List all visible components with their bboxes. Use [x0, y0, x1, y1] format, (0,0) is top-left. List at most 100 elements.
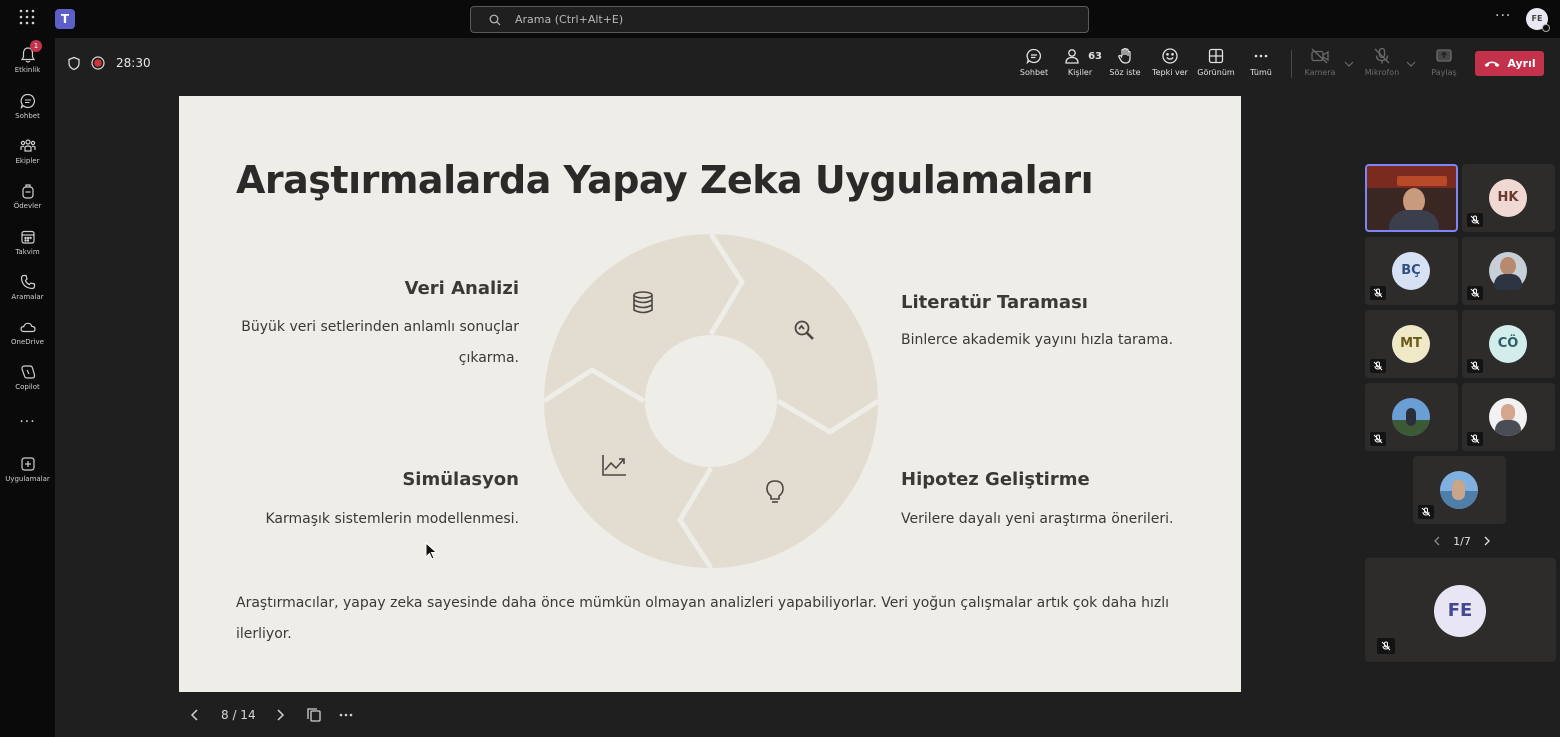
chevron-down-icon[interactable] [1406, 60, 1416, 68]
participant-tile[interactable]: MT [1365, 310, 1458, 378]
people-label: Kişiler [1067, 68, 1093, 77]
gallery-previous-icon[interactable] [1432, 535, 1442, 547]
leave-button[interactable]: Ayrıl [1475, 51, 1544, 76]
camera-button[interactable]: Kamera [1298, 47, 1342, 83]
camera-off-icon [1311, 48, 1329, 64]
mic-off-icon [1421, 507, 1431, 517]
share-label: Paylaş [1431, 68, 1457, 77]
participant-photo [1489, 398, 1527, 436]
participant-photo [1500, 257, 1516, 275]
people-button[interactable]: 63 Kişiler [1058, 47, 1102, 83]
feature-title-literature-review: Literatür Taraması [901, 292, 1088, 313]
muted-indicator [1467, 286, 1483, 300]
search-input[interactable] [515, 13, 1015, 26]
raise-hand-button[interactable]: Söz iste [1103, 47, 1147, 83]
meeting-timer: 28:30 [116, 56, 151, 70]
rail-item-label: Takvim [15, 248, 40, 256]
mic-off-icon [1381, 641, 1391, 651]
ellipsis-icon [1254, 54, 1268, 58]
participant-video [1389, 210, 1439, 230]
participant-tile[interactable]: HK [1462, 164, 1555, 232]
gallery-next-icon[interactable] [1482, 535, 1492, 547]
participant-tile[interactable] [1462, 237, 1555, 305]
more-apps-button[interactable]: ··· [0, 414, 55, 434]
rail-item-activity[interactable]: 1 Etkinlik [0, 40, 55, 86]
more-options-button[interactable]: ··· [1495, 8, 1511, 24]
search-box[interactable] [470, 6, 1089, 33]
react-label: Tepki ver [1152, 68, 1188, 77]
mic-off-icon [1470, 361, 1480, 371]
mic-off-icon [1374, 47, 1390, 64]
rail-item-onedrive[interactable]: OneDrive [0, 318, 55, 358]
camera-label: Kamera [1304, 68, 1336, 77]
rail-item-calls[interactable]: Aramalar [0, 273, 55, 313]
slide-more-icon[interactable] [338, 707, 354, 723]
muted-indicator [1467, 432, 1483, 446]
muted-indicator [1377, 638, 1395, 654]
rail-item-apps[interactable]: Uygulamalar [0, 455, 55, 495]
participant-tile[interactable] [1365, 383, 1458, 451]
feature-title-hypothesis: Hipotez Geliştirme [901, 469, 1090, 490]
rail-item-assignments[interactable]: Ödevler [0, 182, 55, 222]
mic-off-icon [1470, 434, 1480, 444]
chat-button[interactable]: Sohbet [1012, 47, 1056, 83]
rail-item-label: Ekipler [15, 157, 40, 165]
rail-item-calendar[interactable]: Takvim [0, 228, 55, 268]
rail-item-label: Etkinlik [14, 66, 41, 74]
next-slide-icon[interactable] [274, 708, 286, 722]
rail-item-label: Uygulamalar [5, 475, 50, 483]
slide-sorter-icon[interactable] [306, 707, 322, 723]
rail-item-label: Copilot [15, 383, 40, 391]
participant-tile[interactable]: BÇ [1365, 237, 1458, 305]
participant-tile-active-speaker[interactable] [1365, 164, 1458, 232]
feature-desc-data-analysis: Büyük veri setlerinden anlamlı sonuçlar … [241, 319, 519, 366]
feature-desc-hypothesis: Verilere dayalı yeni araştırma önerileri… [901, 511, 1174, 527]
participant-tile[interactable]: CÖ [1462, 310, 1555, 378]
participant-initials: MT [1392, 325, 1430, 363]
share-button[interactable]: Paylaş [1422, 47, 1466, 83]
app-rail: 1 Etkinlik Sohbet Ekipler Ödevler Takvim… [0, 38, 55, 737]
chat-label: Sohbet [1019, 68, 1049, 77]
add-apps-icon [20, 457, 35, 471]
view-button[interactable]: Görünüm [1194, 47, 1238, 83]
cycle-diagram [542, 232, 880, 570]
cycle-center [645, 335, 777, 467]
rail-item-chat[interactable]: Sohbet [0, 92, 55, 132]
feature-title-data-analysis: Veri Analizi [404, 278, 519, 299]
participant-initials: HK [1489, 179, 1527, 217]
rail-item-copilot[interactable]: Copilot [0, 363, 55, 403]
teams-icon [19, 139, 36, 152]
previous-slide-icon[interactable] [189, 708, 201, 722]
participant-tile[interactable] [1413, 456, 1506, 524]
leave-label: Ayrıl [1507, 57, 1536, 70]
chat-icon [20, 93, 35, 110]
app-launcher-icon[interactable] [16, 9, 38, 29]
rail-item-teams[interactable]: Ekipler [0, 137, 55, 177]
participant-photo [1494, 274, 1522, 290]
mic-off-icon [1470, 215, 1480, 225]
mic-off-icon [1373, 361, 1383, 371]
muted-indicator [1370, 359, 1386, 373]
muted-indicator [1467, 359, 1483, 373]
shield-icon[interactable] [67, 56, 81, 71]
react-button[interactable]: Tepki ver [1148, 47, 1192, 83]
mic-off-icon [1470, 288, 1480, 298]
self-video-tile[interactable]: FE [1365, 558, 1556, 662]
hang-up-icon [1484, 61, 1500, 67]
chevron-down-icon[interactable] [1344, 60, 1354, 68]
feature-desc-literature-review: Binlerce akademik yayını hızla tarama. [901, 332, 1174, 348]
copilot-icon [20, 365, 35, 379]
activity-badge: 1 [30, 40, 42, 52]
feature-desc-simulation: Karmaşık sistemlerin modellenmesi. [265, 511, 519, 527]
share-screen-icon [1436, 49, 1452, 62]
slide-navigation: 8 / 14 [179, 700, 354, 730]
feature-title-simulation: Simülasyon [402, 469, 519, 490]
mic-label: Mikrofon [1364, 68, 1400, 77]
user-avatar[interactable]: FE [1526, 8, 1550, 32]
slide-title: Araştırmalarda Yapay Zeka Uygulamaları [236, 158, 1094, 202]
participant-tile[interactable] [1462, 383, 1555, 451]
muted-indicator [1418, 505, 1434, 519]
more-actions-button[interactable]: Tümü [1239, 47, 1283, 83]
rail-item-label: OneDrive [11, 338, 44, 346]
microphone-button[interactable]: Mikrofon [1360, 47, 1404, 83]
